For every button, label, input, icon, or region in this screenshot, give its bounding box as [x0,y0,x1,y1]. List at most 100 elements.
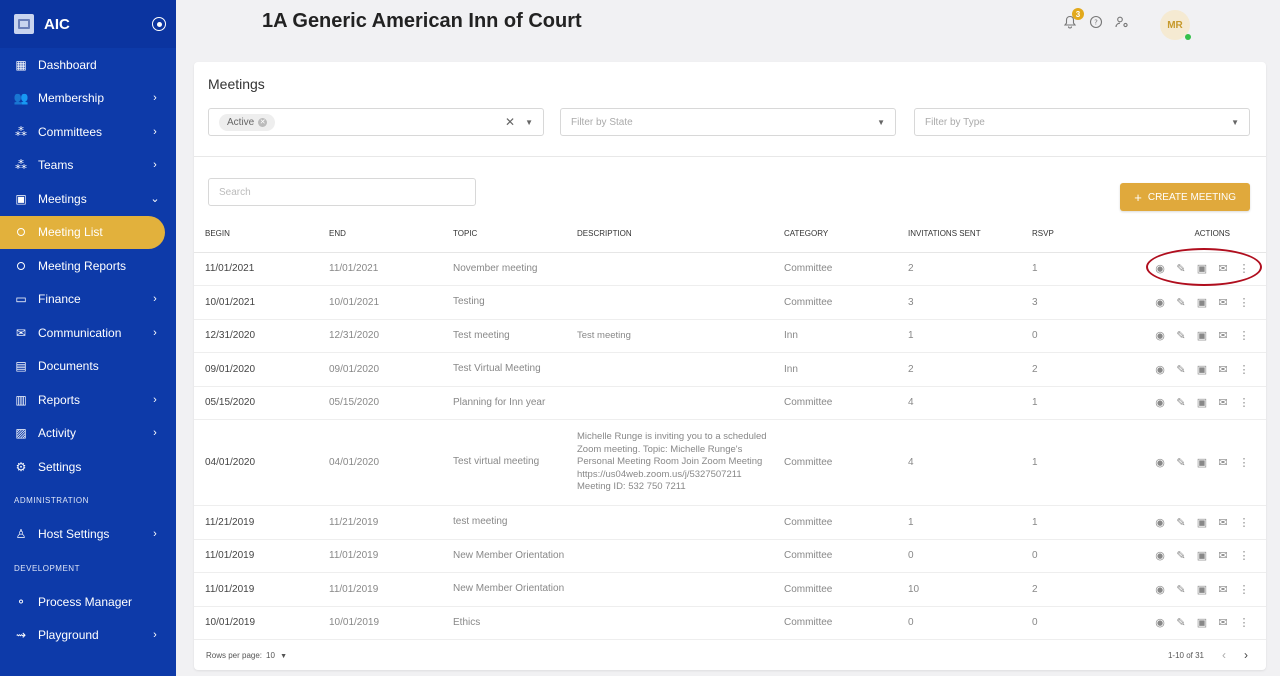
table-row[interactable]: 05/15/2020 05/15/2020 Planning for Inn yea… [194,386,1266,420]
more-icon[interactable]: ⋮ [1238,329,1250,342]
table-row[interactable]: 10/01/2021 10/01/2021 Testing Committee 3 3 ◉ ✎… [194,285,1266,320]
sidebar-item-teams[interactable]: ⁂ Teams › [0,149,176,183]
more-icon[interactable]: ⋮ [1238,396,1250,409]
sidebar-item-meeting-reports[interactable]: Meeting Reports [0,249,176,283]
clipboard-icon[interactable]: ▣ [1196,262,1208,275]
sidebar-item-host-settings[interactable]: ♙ Host Settings › [0,518,176,552]
email-icon[interactable]: ✉ [1217,396,1229,409]
more-icon[interactable]: ⋮ [1238,363,1250,376]
more-icon[interactable]: ⋮ [1238,456,1250,469]
clipboard-icon[interactable]: ▣ [1196,296,1208,309]
state-filter[interactable]: Filter by State ▼ [560,108,896,136]
sidebar-item-meetings[interactable]: ▣ Meetings ⌄ [0,182,176,216]
sidebar-item-committees[interactable]: ⁂ Committees › [0,115,176,149]
chip-remove-icon[interactable]: ✕ [258,117,268,127]
sidebar-item-finance[interactable]: ▭ Finance › [0,283,176,317]
clipboard-icon[interactable]: ▣ [1196,583,1208,596]
table-row[interactable]: 11/01/2019 11/01/2019 New Member Orientati… [194,539,1266,573]
user-settings-icon[interactable] [1114,14,1130,30]
prev-page-icon[interactable]: ‹ [1222,648,1226,662]
table-row[interactable]: 11/21/2019 11/21/2019 test meeting Committe… [194,505,1266,540]
col-invitations[interactable]: INVITATIONS SENT [897,216,1021,253]
sidebar-item-dashboard[interactable]: ▦ Dashboard [0,48,176,82]
table-row[interactable]: 09/01/2020 09/01/2020 Test Virtual Meeting… [194,352,1266,387]
rows-per-page-select[interactable]: 10 ▼ [266,651,287,660]
email-icon[interactable]: ✉ [1217,296,1229,309]
next-page-icon[interactable]: › [1244,648,1248,662]
more-icon[interactable]: ⋮ [1238,262,1250,275]
sidebar-item-communication[interactable]: ✉ Communication › [0,316,176,350]
view-icon[interactable]: ◉ [1154,583,1166,596]
bell-icon[interactable]: 3 [1062,8,1084,30]
view-icon[interactable]: ◉ [1154,616,1166,629]
edit-icon[interactable]: ✎ [1175,296,1187,309]
table-row[interactable]: 11/01/2019 11/01/2019 New Member Orientati… [194,572,1266,607]
clipboard-icon[interactable]: ▣ [1196,549,1208,562]
col-description[interactable]: DESCRIPTION [566,216,773,253]
type-filter[interactable]: Filter by Type ▼ [914,108,1250,136]
view-icon[interactable]: ◉ [1154,363,1166,376]
email-icon[interactable]: ✉ [1217,363,1229,376]
col-begin[interactable]: BEGIN [194,216,318,253]
col-topic[interactable]: TOPIC [442,216,566,253]
view-icon[interactable]: ◉ [1154,396,1166,409]
more-icon[interactable]: ⋮ [1238,549,1250,562]
clipboard-icon[interactable]: ▣ [1196,516,1208,529]
sidebar-item-reports[interactable]: ▥ Reports › [0,383,176,417]
table-row[interactable]: 12/31/2020 12/31/2020 Test meeting Test mee… [194,319,1266,353]
email-icon[interactable]: ✉ [1217,456,1229,469]
edit-icon[interactable]: ✎ [1175,329,1187,342]
sidebar-item-settings[interactable]: ⚙ Settings [0,450,176,484]
email-icon[interactable]: ✉ [1217,616,1229,629]
sidebar-item-activity[interactable]: ▨ Activity › [0,417,176,451]
more-icon[interactable]: ⋮ [1238,616,1250,629]
col-rsvp[interactable]: RSVP [1021,216,1097,253]
edit-icon[interactable]: ✎ [1175,616,1187,629]
sidebar-item-membership[interactable]: 👥 Membership › [0,82,176,116]
more-icon[interactable]: ⋮ [1238,516,1250,529]
edit-icon[interactable]: ✎ [1175,262,1187,275]
email-icon[interactable]: ✉ [1217,262,1229,275]
search-input[interactable] [208,178,476,206]
clipboard-icon[interactable]: ▣ [1196,363,1208,376]
dropdown-arrow-icon[interactable]: ▼ [1231,118,1239,127]
clipboard-icon[interactable]: ▣ [1196,396,1208,409]
clipboard-icon[interactable]: ▣ [1196,616,1208,629]
edit-icon[interactable]: ✎ [1175,456,1187,469]
status-filter[interactable]: Active ✕ ✕ ▼ [208,108,544,136]
help-icon[interactable]: ? [1088,14,1104,30]
view-icon[interactable]: ◉ [1154,296,1166,309]
email-icon[interactable]: ✉ [1217,549,1229,562]
view-icon[interactable]: ◉ [1154,456,1166,469]
sidebar-item-process-manager[interactable]: ⚬ Process Manager [0,585,176,619]
clipboard-icon[interactable]: ▣ [1196,456,1208,469]
edit-icon[interactable]: ✎ [1175,583,1187,596]
email-icon[interactable]: ✉ [1217,329,1229,342]
view-icon[interactable]: ◉ [1154,549,1166,562]
dropdown-arrow-icon[interactable]: ▼ [877,118,885,127]
view-icon[interactable]: ◉ [1154,329,1166,342]
email-icon[interactable]: ✉ [1217,516,1229,529]
table-row[interactable]: 10/01/2019 10/01/2019 Ethics Committee 0 0 ◉ ✎ ▣… [194,606,1266,640]
view-icon[interactable]: ◉ [1154,262,1166,275]
more-icon[interactable]: ⋮ [1238,583,1250,596]
sidebar-item-documents[interactable]: ▤ Documents [0,350,176,384]
edit-icon[interactable]: ✎ [1175,549,1187,562]
view-icon[interactable]: ◉ [1154,516,1166,529]
email-icon[interactable]: ✉ [1217,583,1229,596]
sidebar-item-meeting-list[interactable]: Meeting List [0,215,165,249]
more-icon[interactable]: ⋮ [1238,296,1250,309]
edit-icon[interactable]: ✎ [1175,363,1187,376]
edit-icon[interactable]: ✎ [1175,396,1187,409]
active-chip[interactable]: Active ✕ [219,113,276,131]
sidebar-item-playground[interactable]: ⇝ Playground › [0,619,176,653]
edit-icon[interactable]: ✎ [1175,516,1187,529]
col-end[interactable]: END [318,216,442,253]
table-row[interactable]: 11/01/2021 11/01/2021 November meeting Comm… [194,252,1266,286]
col-category[interactable]: CATEGORY [773,216,897,253]
avatar[interactable]: MR [1160,10,1191,40]
create-meeting-button[interactable]: + CREATE MEETING [1120,183,1250,211]
sidebar-toggle-icon[interactable] [152,17,166,31]
clipboard-icon[interactable]: ▣ [1196,329,1208,342]
dropdown-arrow-icon[interactable]: ▼ [525,118,533,127]
